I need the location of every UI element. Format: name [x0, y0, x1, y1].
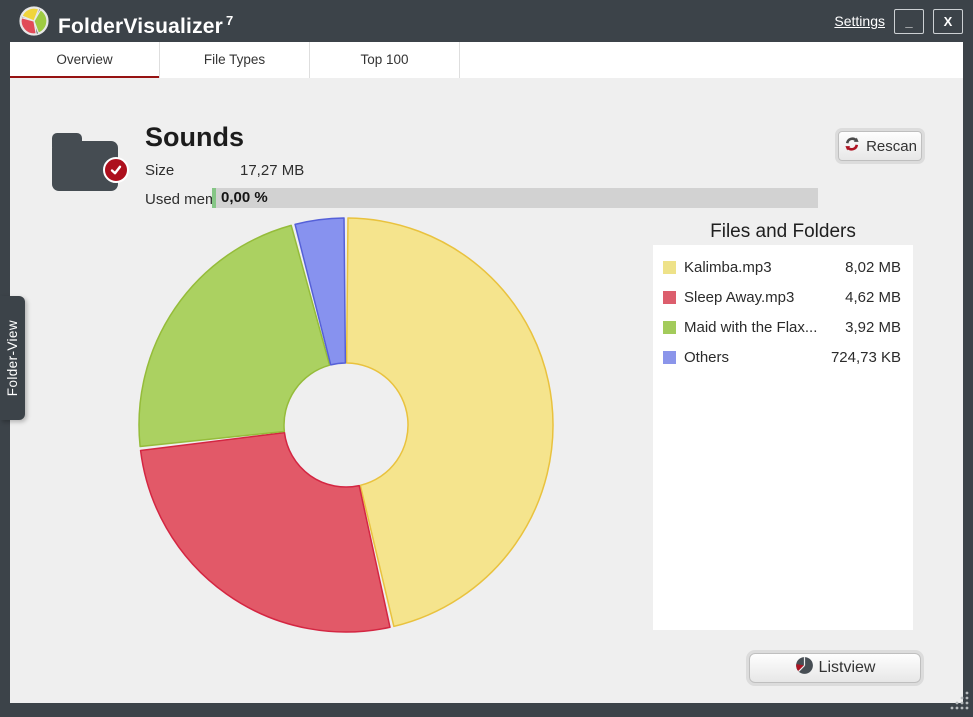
listview-button[interactable]: Listview	[749, 653, 921, 683]
page-title: Sounds	[145, 122, 244, 152]
legend-label: Maid with the Flax...	[684, 318, 818, 336]
folder-icon	[52, 133, 129, 191]
legend-size: 8,02 MB	[845, 258, 901, 276]
used-memory-fill	[212, 188, 216, 208]
legend-size: 4,62 MB	[845, 288, 901, 306]
tab-bar: Overview File Types Top 100	[10, 42, 963, 78]
legend-size: 724,73 KB	[830, 348, 901, 366]
legend-color-swatch	[663, 260, 676, 274]
rescan-button[interactable]: Rescan	[838, 131, 922, 161]
legend-label: Others	[684, 348, 730, 366]
tab-file-types[interactable]: File Types	[160, 42, 310, 78]
used-memory-bar: 0,00 %	[212, 188, 818, 208]
resize-grip[interactable]	[947, 688, 971, 712]
legend-row[interactable]: Sleep Away.mp3 4,62 MB	[653, 282, 913, 312]
pie-slice-sleep-away-mp3[interactable]	[139, 431, 391, 633]
scan-complete-check-icon	[103, 157, 129, 183]
app-title: FolderVisualizer 7	[58, 13, 234, 38]
legend-color-swatch	[663, 350, 676, 364]
size-label: Size	[145, 162, 175, 179]
pie-slice-kalimba-mp3[interactable]	[345, 217, 554, 628]
tab-top-100[interactable]: Top 100	[310, 42, 460, 78]
minimize-button[interactable]: _	[894, 8, 924, 34]
tab-overview[interactable]: Overview	[10, 42, 160, 78]
legend-color-swatch	[663, 290, 676, 304]
size-value: 17,27 MB	[240, 162, 305, 179]
used-memory-value: 0,00 %	[221, 189, 268, 206]
overview-panel: Sounds Size 17,27 MB Used memory 0,00 % …	[10, 78, 963, 703]
close-button[interactable]: X	[933, 8, 963, 34]
legend-row[interactable]: Kalimba.mp3 8,02 MB	[653, 252, 913, 282]
legend-title: Files and Folders	[710, 221, 856, 242]
settings-link[interactable]: Settings	[834, 13, 885, 29]
title-bar: FolderVisualizer 7 Settings _ X	[0, 0, 973, 42]
pie-chart	[131, 210, 561, 640]
app-logo-pie-icon	[18, 5, 50, 37]
legend-color-swatch	[663, 320, 676, 334]
pie-chart-icon	[795, 656, 814, 680]
legend-row[interactable]: Others 724,73 KB	[653, 342, 913, 372]
pie-slice-maid-with-the-flax-[interactable]	[138, 224, 331, 448]
legend-label: Sleep Away.mp3	[684, 288, 795, 306]
legend-size: 3,92 MB	[845, 318, 901, 336]
legend-row[interactable]: Maid with the Flax... 3,92 MB	[653, 312, 913, 342]
files-and-folders-legend: Files and Folders Kalimba.mp3 8,02 MB Slee…	[653, 218, 913, 630]
app-version: 7	[226, 13, 234, 28]
folder-view-side-tab[interactable]: Folder-View	[0, 296, 25, 420]
legend-label: Kalimba.mp3	[684, 258, 772, 276]
refresh-icon	[843, 135, 861, 157]
legend-panel: Kalimba.mp3 8,02 MB Sleep Away.mp3 4,62 MB M…	[653, 245, 913, 630]
